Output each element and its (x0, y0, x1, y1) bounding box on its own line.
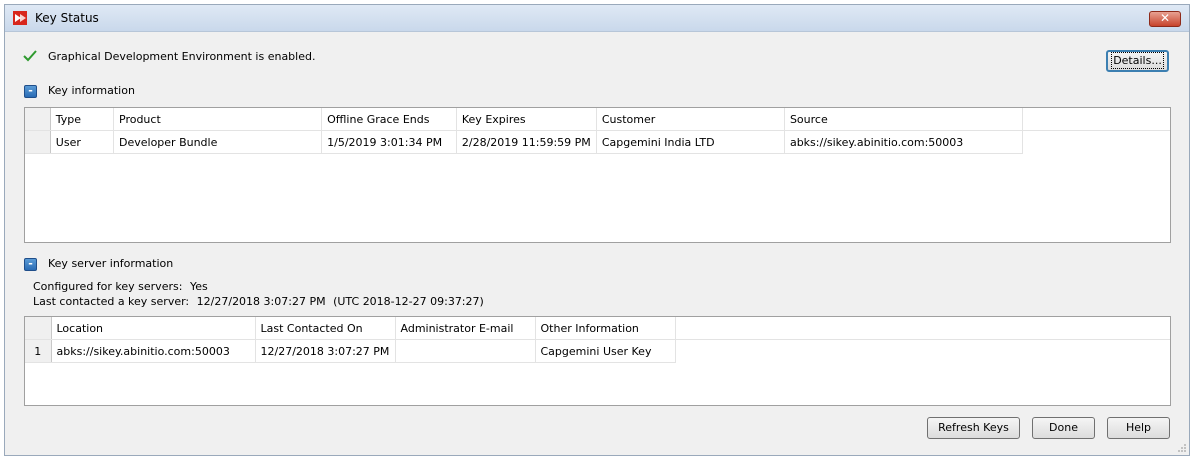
column-header-last-contacted-on[interactable]: Last Contacted On (255, 317, 396, 340)
cell-customer[interactable]: Capgemini India LTD (596, 130, 785, 154)
check-icon (23, 50, 37, 62)
table-row[interactable]: 1 abks://sikey.abinitio.com:50003 12/27/… (25, 339, 1170, 363)
last-contacted-utc: (UTC 2018-12-27 09:37:27) (333, 295, 484, 308)
key-server-label: Key server information (48, 257, 174, 270)
cell-administrator-email[interactable] (395, 339, 536, 363)
column-header-product[interactable]: Product (113, 108, 323, 131)
cell-offline-grace-ends[interactable]: 1/5/2019 3:01:34 PM (321, 130, 457, 154)
key-info-label: Key information (48, 84, 135, 97)
refresh-keys-button[interactable]: Refresh Keys (927, 417, 1020, 439)
configured-label: Configured for key servers: (33, 280, 183, 293)
column-header-key-expires[interactable]: Key Expires (456, 108, 597, 131)
key-server-collapse-toggle[interactable]: - (24, 258, 37, 271)
cell-other-information[interactable]: Capgemini User Key (535, 339, 676, 363)
cell-last-contacted-on[interactable]: 12/27/2018 3:07:27 PM (255, 339, 396, 363)
done-button[interactable]: Done (1032, 417, 1095, 439)
help-button[interactable]: Help (1107, 417, 1170, 439)
cell-type[interactable]: User (50, 130, 115, 154)
cell-filler (675, 340, 1170, 363)
column-header-administrator-email[interactable]: Administrator E-mail (395, 317, 536, 340)
key-info-collapse-toggle[interactable]: - (24, 85, 37, 98)
last-contacted-line: Last contacted a key server: 12/27/2018 … (33, 295, 484, 308)
configured-line: Configured for key servers: Yes (33, 280, 208, 293)
last-contacted-label: Last contacted a key server: (33, 295, 190, 308)
window-title: Key Status (35, 11, 99, 25)
column-header-source[interactable]: Source (784, 108, 1024, 131)
close-button[interactable]: ✕ (1149, 11, 1181, 27)
resize-grip-icon[interactable] (1177, 443, 1187, 453)
column-header-filler (675, 317, 1170, 340)
status-message: Graphical Development Environment is ena… (48, 50, 316, 63)
app-logo-icon (13, 11, 27, 25)
column-header-filler (1022, 108, 1170, 131)
cell-filler (1023, 131, 1170, 154)
row-header[interactable]: 1 (25, 339, 52, 363)
column-header-customer[interactable]: Customer (596, 108, 785, 131)
column-header-type[interactable]: Type (50, 108, 115, 131)
column-header-offline-grace-ends[interactable]: Offline Grace Ends (321, 108, 457, 131)
column-header-location[interactable]: Location (51, 317, 256, 340)
cell-key-expires[interactable]: 2/28/2019 11:59:59 PM (456, 130, 597, 154)
title-bar: Key Status ✕ (5, 5, 1189, 32)
close-icon: ✕ (1159, 11, 1171, 25)
column-header-other-information[interactable]: Other Information (535, 317, 676, 340)
configured-value: Yes (189, 280, 208, 293)
cell-source[interactable]: abks://sikey.abinitio.com:50003 (784, 130, 1024, 154)
cell-product[interactable]: Developer Bundle (113, 130, 323, 154)
table-row[interactable]: User Developer Bundle 1/5/2019 3:01:34 P… (25, 130, 1170, 154)
row-header[interactable] (25, 130, 51, 154)
details-button[interactable]: Details... (1106, 50, 1169, 72)
key-info-header-row: Type Product Offline Grace Ends Key Expi… (25, 108, 1170, 131)
row-header-corner (25, 317, 52, 340)
row-header-corner (25, 108, 51, 131)
key-server-header-row: Location Last Contacted On Administrator… (25, 317, 1170, 340)
cell-location[interactable]: abks://sikey.abinitio.com:50003 (51, 339, 256, 363)
last-contacted-value: 12/27/2018 3:07:27 PM (196, 295, 326, 308)
key-server-table: Location Last Contacted On Administrator… (24, 316, 1171, 406)
key-info-table: Type Product Offline Grace Ends Key Expi… (24, 107, 1171, 243)
key-status-dialog: Key Status ✕ Graphical Development Envir… (4, 4, 1190, 456)
